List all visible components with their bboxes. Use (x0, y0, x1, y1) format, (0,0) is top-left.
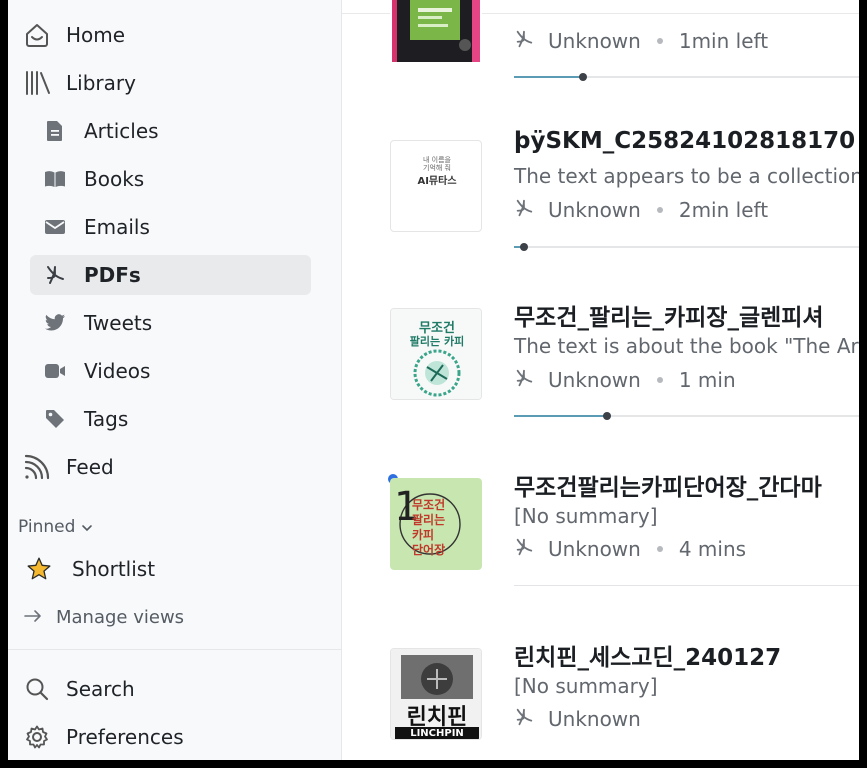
sidebar-item-label: Preferences (66, 725, 184, 749)
app-window: Home Library Articles Books Emails PDFs … (8, 0, 859, 760)
document-title: 무조건_팔리는_카피장_글렌피셔 (514, 305, 824, 331)
progress-knob (603, 412, 612, 420)
sidebar-item-label: Books (84, 167, 145, 191)
list-item[interactable]: 린치핀 LINCHPIN 린치핀_세스고딘_240127 [No summary… (342, 634, 859, 760)
cover-line: LINCHPIN (410, 728, 464, 739)
progress-fill (514, 415, 608, 417)
sidebar-item-label: Videos (84, 359, 151, 383)
document-author: Unknown (548, 707, 641, 731)
document-summary: The text is about the book "The Art (514, 334, 859, 358)
sidebar-item-label: Search (66, 677, 135, 701)
document-meta: Unknown 1min left (514, 26, 768, 56)
reading-progress (514, 73, 859, 81)
mail-icon (42, 212, 68, 242)
cover-line: 단어장 (412, 543, 446, 557)
document-title: 무조건팔리는카피단어장_간다마 (514, 475, 822, 501)
sidebar-item-label: Emails (84, 215, 150, 239)
gear-icon (22, 722, 52, 752)
manage-views-link[interactable]: Manage views (24, 603, 184, 631)
document-icon (42, 116, 68, 146)
document-title: þÿSKM_C25824102818170 (514, 128, 856, 154)
tag-icon (42, 404, 68, 434)
document-meta: Unknown 4 mins (514, 534, 746, 564)
chevron-down-icon (81, 517, 93, 537)
document-summary: [No summary] (514, 674, 658, 698)
sidebar-item-label: PDFs (84, 263, 141, 287)
separator-dot (656, 377, 663, 383)
progress-knob (579, 73, 587, 81)
document-meta: Unknown 1 min (514, 365, 736, 395)
document-author: Unknown (548, 198, 641, 222)
document-cover: 무조건 팔리는 카피 (390, 308, 482, 400)
row-divider (514, 585, 859, 586)
document-time: 4 mins (678, 537, 747, 561)
twitter-icon (42, 308, 68, 338)
reading-progress (514, 412, 859, 420)
document-meta: Unknown 2min left (514, 195, 768, 225)
progress-fill (514, 76, 583, 78)
star-icon (24, 554, 54, 584)
sidebar: Home Library Articles Books Emails PDFs … (8, 0, 342, 760)
sidebar-item-label: Shortlist (72, 557, 156, 581)
search-icon (22, 674, 52, 704)
manage-views-label: Manage views (56, 606, 185, 628)
list-item[interactable]: 내 이름을 기억해 줘 AI뮤타스 þÿSKM_C25824102818170 … (342, 124, 859, 294)
rss-icon (22, 452, 52, 482)
document-author: Unknown (548, 368, 641, 392)
cover-title: AI뮤타스 (417, 176, 457, 187)
separator-dot (656, 207, 663, 213)
document-time: 1min left (678, 29, 769, 53)
document-cover: 1 무조건 팔리는 카피 단어장 (390, 478, 482, 570)
document-summary: The text appears to be a collection (514, 164, 859, 188)
document-author: Unknown (548, 537, 641, 561)
pdf-icon (514, 707, 534, 732)
pdf-icon (514, 368, 534, 393)
cover-title: 린치핀 (406, 705, 468, 730)
document-time: 2min left (678, 198, 769, 222)
sidebar-item-label: Tags (84, 407, 129, 431)
pdf-icon (514, 29, 534, 54)
pinned-section-toggle[interactable]: Pinned (18, 514, 93, 540)
document-time: 1 min (678, 368, 736, 392)
sidebar-item-label: Home (66, 23, 126, 47)
pdf-icon (42, 260, 68, 290)
sidebar-divider (8, 649, 341, 650)
separator-dot (656, 38, 663, 44)
sidebar-item-label: Tweets (84, 311, 153, 335)
library-icon (22, 68, 52, 98)
sidebar-item-label: Feed (66, 455, 114, 479)
document-title: 린치핀_세스고딘_240127 (514, 645, 782, 671)
cover-line: 팔리는 카피 (409, 335, 465, 348)
video-icon (42, 356, 68, 386)
reading-progress (514, 243, 859, 251)
document-meta: Unknown (514, 704, 641, 734)
pinned-label: Pinned (18, 517, 76, 537)
list-item[interactable]: Unknown 1min left (342, 0, 859, 81)
document-summary: [No summary] (514, 504, 658, 528)
active-highlight (30, 255, 311, 295)
pdf-icon (514, 537, 534, 562)
book-icon (42, 164, 68, 194)
separator-dot (656, 546, 663, 552)
arrow-right-icon (24, 607, 42, 628)
sidebar-item-label: Library (66, 71, 136, 95)
progress-knob (520, 243, 529, 251)
document-cover: 내 이름을 기억해 줘 AI뮤타스 (390, 140, 482, 232)
document-author: Unknown (548, 29, 641, 53)
sidebar-item-label: Articles (84, 119, 159, 143)
document-list: Unknown 1min left 내 이름을 기억해 줘 AI뮤타스 þÿSK… (342, 0, 859, 760)
home-icon (22, 20, 52, 50)
list-item[interactable]: 1 무조건 팔리는 카피 단어장 무조건팔리는카피단어장_간다마 [No sum… (342, 464, 859, 634)
document-cover (390, 0, 482, 62)
pdf-icon (514, 198, 534, 223)
list-item[interactable]: 무조건 팔리는 카피 무조건_팔리는_카피장_글렌피셔 The text is … (342, 294, 859, 464)
document-cover: 린치핀 LINCHPIN (390, 648, 482, 740)
